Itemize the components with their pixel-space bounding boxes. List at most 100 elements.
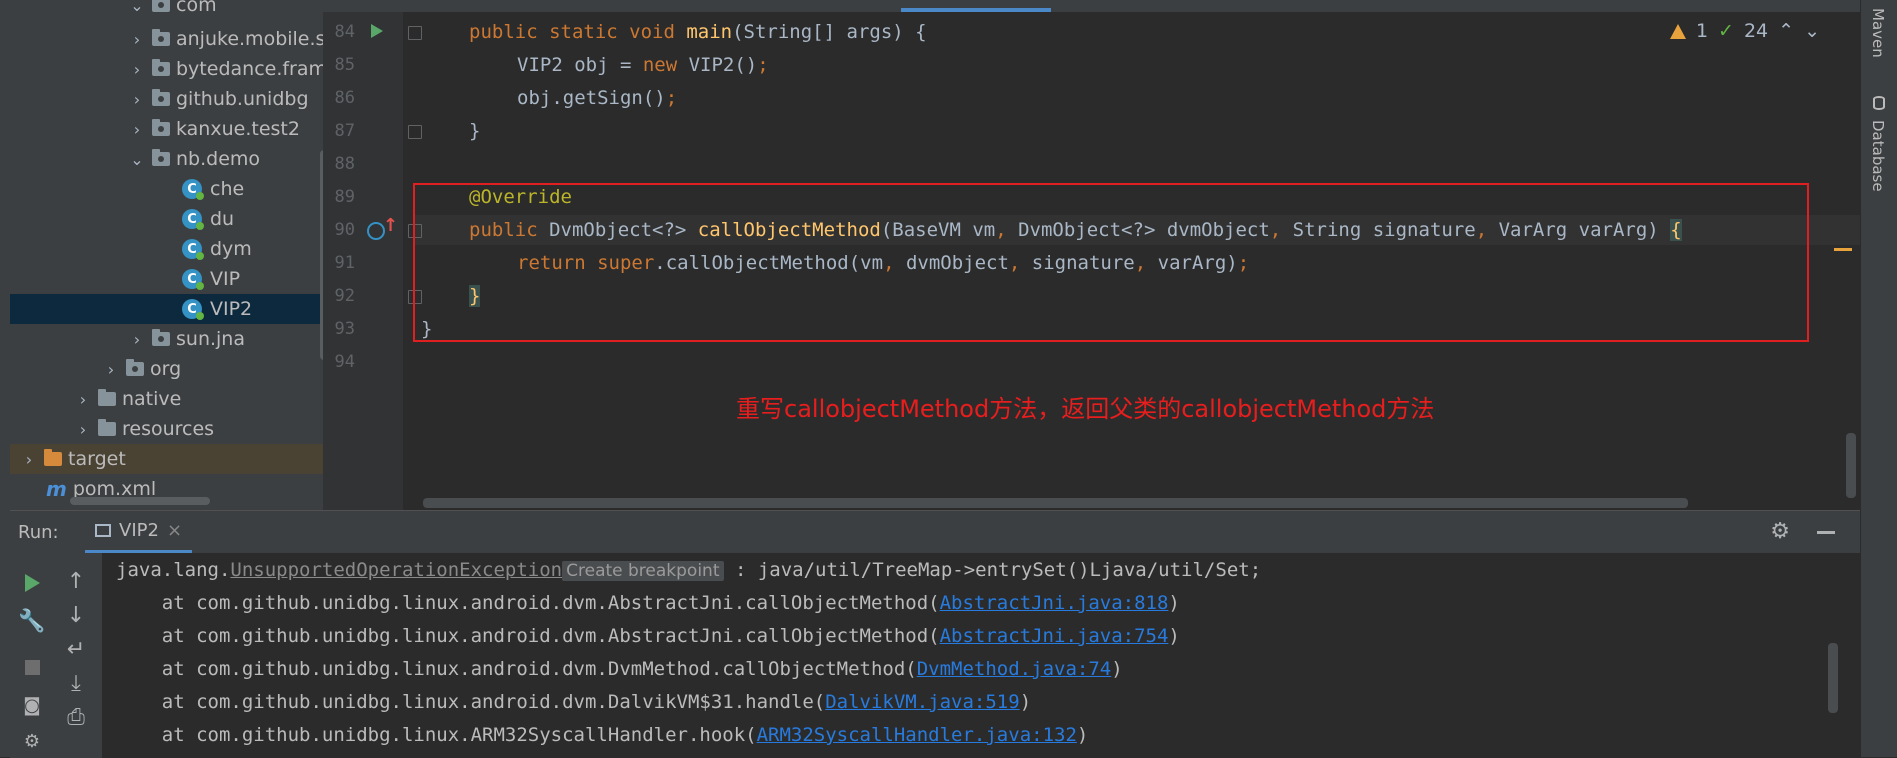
tree-horizontal-scrollbar[interactable]	[70, 497, 210, 505]
source-link[interactable]: AbstractJni.java:818	[940, 592, 1169, 614]
wrench-icon[interactable]: 🔧	[18, 609, 45, 634]
source-link[interactable]: DvmMethod.java:74	[917, 658, 1111, 680]
right-tool-strip: Maven Database	[1860, 0, 1897, 757]
java-class-icon: C	[182, 179, 204, 200]
tree-item-org[interactable]: › org	[10, 354, 323, 384]
chevron-up-icon[interactable]: ⌃	[1778, 20, 1794, 42]
highlight-box	[413, 183, 1809, 342]
tree-item-vip2[interactable]: C VIP2	[10, 294, 323, 324]
tree-item-dym[interactable]: C dym	[10, 234, 323, 264]
line-number: 90	[334, 220, 355, 240]
code-text: (String[] args) {	[732, 21, 927, 43]
tree-item-label: com	[176, 0, 217, 16]
chevron-down-icon[interactable]: ⌄	[1804, 20, 1820, 42]
code-text: }	[469, 120, 481, 142]
folder-icon	[98, 389, 116, 406]
camera-icon[interactable]: ◙	[20, 693, 44, 717]
console-text: )	[1019, 691, 1032, 713]
tree-item-target[interactable]: › target	[10, 444, 323, 474]
tree-item-native[interactable]: › native	[10, 384, 323, 414]
stop-button[interactable]	[20, 655, 44, 679]
source-link[interactable]: ARM32SyscallHandler.java:132	[757, 724, 1077, 746]
tree-item-com[interactable]: ⌄ com	[10, 0, 323, 20]
tree-item-label: native	[122, 388, 182, 410]
package-icon	[152, 89, 170, 106]
soft-wrap-icon[interactable]: ↵	[64, 637, 88, 662]
console-scrollbar[interactable]	[1828, 643, 1838, 713]
run-toolbar: 🔧 ◙ ⚙	[10, 553, 54, 758]
fold-marker-icon[interactable]	[408, 125, 422, 139]
error-stripe-marker[interactable]	[1834, 248, 1852, 251]
code-text: obj.getSign()	[517, 87, 666, 109]
scroll-to-end-icon[interactable]: ⤓	[64, 671, 88, 696]
play-icon	[24, 574, 40, 592]
create-breakpoint-hint[interactable]: Create breakpoint	[562, 561, 724, 581]
maven-tool-tab[interactable]: Maven	[1869, 8, 1887, 58]
console-line: at com.github.unidbg.linux.android.dvm.D…	[116, 658, 1123, 680]
editor-horizontal-scrollbar[interactable]	[423, 498, 1688, 508]
source-link[interactable]: AbstractJni.java:754	[940, 625, 1169, 647]
tree-item-label: nb.demo	[176, 148, 261, 170]
chevron-down-icon: ⌄	[130, 0, 144, 15]
chevron-right-icon: ›	[133, 329, 141, 349]
console-text: )	[1168, 592, 1180, 614]
console-text: at com.github.unidbg.linux.ARM32SyscallH…	[116, 724, 757, 746]
gear-icon[interactable]: ⚙	[1770, 519, 1790, 544]
tree-item-github-unidbg[interactable]: › github.unidbg	[10, 84, 323, 114]
warning-icon	[1669, 23, 1686, 39]
settings-icon[interactable]: ⚙	[20, 729, 44, 753]
chevron-down-icon: ⌄	[130, 149, 144, 169]
database-tool-tab[interactable]: Database	[1869, 120, 1887, 192]
run-tab-vip2[interactable]: VIP2 ×	[85, 511, 193, 553]
code-line-84: public static void main(String[] args) {	[469, 21, 927, 43]
run-main-icon[interactable]	[371, 24, 383, 38]
fold-marker-icon[interactable]	[408, 26, 422, 40]
editor-tab-bar	[323, 0, 1860, 12]
chevron-right-icon: ›	[25, 449, 33, 469]
console-output[interactable]: java.lang.UnsupportedOperationException C…	[102, 553, 1860, 758]
resources-folder-icon	[98, 419, 116, 436]
arrow-up-icon[interactable]: ↑	[64, 569, 88, 594]
override-arrow-icon[interactable]: ↑	[383, 215, 398, 236]
stop-icon	[24, 659, 40, 675]
close-icon[interactable]: ×	[167, 520, 182, 541]
package-icon	[152, 329, 170, 346]
tree-item-che[interactable]: C che	[10, 174, 323, 204]
code-text: VIP2 obj =	[517, 54, 643, 76]
print-icon[interactable]: ⎙	[64, 705, 88, 730]
tree-item-nb-demo[interactable]: ⌄ nb.demo	[10, 144, 323, 174]
rerun-button[interactable]	[20, 571, 44, 595]
line-number: 86	[334, 88, 355, 108]
console-line: at com.github.unidbg.linux.android.dvm.A…	[116, 625, 1180, 647]
tree-item-bytedance[interactable]: › bytedance.frame	[10, 54, 323, 84]
arrow-down-icon[interactable]: ↓	[64, 603, 88, 628]
tree-item-label: resources	[122, 418, 215, 440]
run-panel-header: Run: VIP2 × ⚙	[10, 511, 1860, 553]
tree-item-vip[interactable]: C VIP	[10, 264, 323, 294]
source-link[interactable]: DalvikVM.java:519	[825, 691, 1019, 713]
tree-item-label: kanxue.test2	[176, 118, 300, 140]
java-class-icon: C	[182, 269, 204, 290]
tree-item-du[interactable]: C du	[10, 204, 323, 234]
tree-item-anjuke[interactable]: › anjuke.mobile.si	[10, 24, 323, 54]
line-number: 94	[334, 352, 355, 372]
console-line: at com.github.unidbg.linux.android.dvm.D…	[116, 691, 1031, 713]
line-number: 91	[334, 253, 355, 273]
weak-warning-icon: ✓	[1718, 20, 1734, 42]
warning-count: 1	[1695, 20, 1709, 42]
tree-item-resources[interactable]: › resources	[10, 414, 323, 444]
tree-item-label: che	[210, 178, 245, 200]
minimize-icon[interactable]	[1817, 531, 1835, 534]
console-toolbar: ↑ ↓ ↵ ⤓ ⎙	[54, 553, 103, 758]
editor-vertical-scrollbar[interactable]	[1846, 433, 1856, 498]
tree-item-label: github.unidbg	[176, 88, 309, 110]
run-tab-label: VIP2	[119, 520, 159, 541]
tree-item-kanxue[interactable]: › kanxue.test2	[10, 114, 323, 144]
chevron-right-icon: ›	[107, 359, 115, 379]
exception-link[interactable]: UnsupportedOperationException	[230, 559, 562, 581]
line-number: 89	[334, 187, 355, 207]
inspection-widget[interactable]: 1 ✓ 24 ⌃ ⌄	[1669, 20, 1820, 42]
line-number: 92	[334, 286, 355, 306]
tree-item-sun-jna[interactable]: › sun.jna	[10, 324, 323, 354]
code-text: VIP2()	[688, 54, 758, 76]
